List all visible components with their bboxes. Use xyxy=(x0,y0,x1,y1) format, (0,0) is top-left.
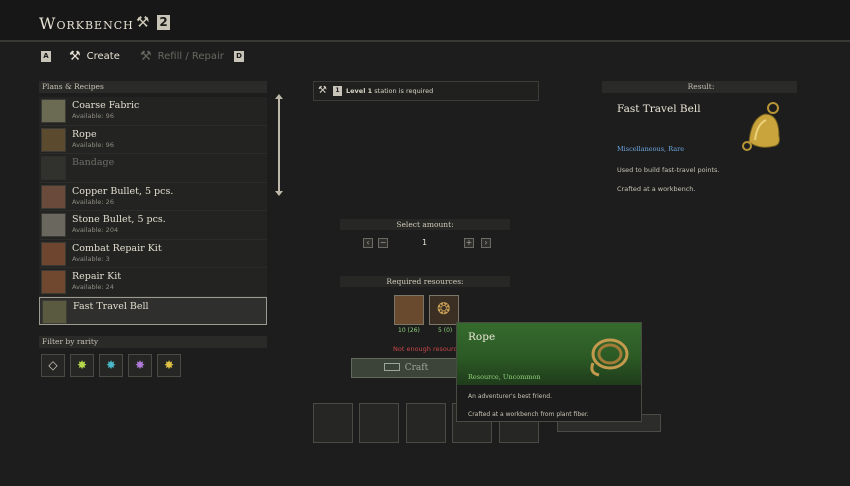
tooltip-rarity: Resource, Uncommon xyxy=(468,373,541,381)
requirement-level: Level 1 xyxy=(346,87,373,95)
warning-text: Not enough resource xyxy=(393,345,462,353)
recipe-name: Rope xyxy=(72,128,97,140)
result-description: Used to build fast-travel points. xyxy=(617,166,720,174)
tab-refill-label: Refill / Repair xyxy=(157,51,224,62)
craft-label: Craft xyxy=(404,363,429,373)
recipe-available: Available: 204 xyxy=(72,226,119,234)
result-label: Result: xyxy=(602,81,797,93)
tooltip-header: Rope Resource, Uncommon xyxy=(457,323,641,385)
recipe-combat-repair-kit[interactable]: Combat Repair Kit Available: 3 xyxy=(39,239,267,268)
resource-slot-coarse-fabric[interactable] xyxy=(394,295,424,325)
resource-slot-rope[interactable]: ❂ xyxy=(429,295,459,325)
prev-tab-key[interactable]: A xyxy=(41,51,51,62)
recipe-name: Bandage xyxy=(72,157,115,168)
recipe-available: Available: 24 xyxy=(72,283,114,291)
fast-travel-bell-icon xyxy=(42,299,67,324)
output-slot[interactable] xyxy=(359,403,399,443)
filter-label: Filter by rarity xyxy=(39,336,267,348)
tooltip-description: An adventurer's best friend. xyxy=(468,393,553,400)
bandage-icon xyxy=(41,156,66,180)
rope-icon xyxy=(41,127,66,152)
rarity-filter-legendary[interactable]: ✸ xyxy=(157,354,181,377)
rope-icon: ❂ xyxy=(437,299,451,318)
next-tab-key[interactable]: D xyxy=(234,51,244,62)
stone-bullet-icon xyxy=(41,213,66,237)
tooltip-item-name: Rope xyxy=(468,331,496,343)
amount-min-button[interactable]: ‹ xyxy=(363,238,373,248)
plans-label: Plans & Recipes xyxy=(39,81,267,93)
recipe-repair-kit[interactable]: Repair Kit Available: 24 xyxy=(39,268,267,297)
tab-create-label: Create xyxy=(86,51,120,62)
workbench-tools-icon: ⚒ xyxy=(136,13,150,31)
item-tooltip: Rope Resource, Uncommon An adventurer's … xyxy=(456,322,642,422)
recipe-coarse-fabric[interactable]: Coarse Fabric Available: 96 xyxy=(39,97,267,126)
tab-refill-repair[interactable]: ⚒ Refill / Repair xyxy=(140,49,224,64)
workbench-tools-icon: ⚒ xyxy=(318,85,327,96)
station-level-key: 1 xyxy=(333,86,342,96)
rarity-filter-rare[interactable]: ✸ xyxy=(99,354,123,377)
result-item-name: Fast Travel Bell xyxy=(617,103,701,115)
amount-label: Select amount: xyxy=(340,219,510,230)
diamond-icon: ◇ xyxy=(48,358,58,372)
amount-max-button[interactable]: › xyxy=(481,238,491,248)
copper-bullet-icon xyxy=(41,184,66,209)
recipe-name: Copper Bullet, 5 pcs. xyxy=(72,185,174,197)
repair-kit-icon xyxy=(41,270,66,294)
station-requirement: ⚒ 1 Level 1 station is required xyxy=(313,81,539,101)
recipe-rope[interactable]: Rope Available: 96 xyxy=(39,125,267,154)
rarity-filter-epic[interactable]: ✸ xyxy=(128,354,152,377)
recipe-bandage[interactable]: Bandage xyxy=(39,154,267,183)
amount-decrease-button[interactable]: − xyxy=(378,238,388,248)
recipe-name: Stone Bullet, 5 pcs. xyxy=(72,214,166,225)
gem-icon: ✸ xyxy=(163,358,175,372)
station-level-badge: 2 xyxy=(157,15,170,30)
resources-label: Required resources: xyxy=(340,276,510,287)
craft-button[interactable]: Craft xyxy=(351,358,461,378)
recipe-available: Available: 26 xyxy=(72,197,114,206)
requirement-text: station is required xyxy=(372,87,434,95)
gem-icon: ✸ xyxy=(105,358,117,372)
result-crafted-at: Crafted at a workbench. xyxy=(617,185,696,193)
tab-create[interactable]: ⚒ Create xyxy=(69,49,120,64)
amount-value: 1 xyxy=(422,238,428,247)
rope-icon xyxy=(585,329,635,379)
recipe-available: Available: 3 xyxy=(72,254,110,263)
recipe-name: Fast Travel Bell xyxy=(73,300,149,312)
combat-repair-kit-icon xyxy=(41,241,66,266)
bell-icon xyxy=(735,100,785,156)
top-bar: Workbench ⚒ 2 xyxy=(0,0,850,42)
page-title: Workbench xyxy=(39,14,134,33)
repair-hammer-icon: ⚒ xyxy=(140,49,152,64)
recipe-stone-bullet[interactable]: Stone Bullet, 5 pcs. Available: 204 xyxy=(39,211,267,240)
hammer-icon: ⚒ xyxy=(69,49,81,64)
gem-icon: ✸ xyxy=(76,358,88,372)
recipe-name: Coarse Fabric xyxy=(72,100,140,111)
resource-count: 5 (0) xyxy=(438,327,453,334)
list-scrollbar[interactable] xyxy=(275,94,283,196)
recipe-name: Repair Kit xyxy=(72,271,122,282)
result-rarity: Miscellaneous, Rare xyxy=(617,145,685,153)
gem-icon: ✸ xyxy=(134,358,146,372)
output-slot[interactable] xyxy=(406,403,446,443)
keyboard-key-icon xyxy=(383,363,400,371)
rarity-filter-uncommon[interactable]: ✸ xyxy=(70,354,94,377)
recipe-available: Available: 96 xyxy=(72,112,114,120)
amount-increase-button[interactable]: + xyxy=(464,238,474,248)
recipe-copper-bullet[interactable]: Copper Bullet, 5 pcs. Available: 26 xyxy=(39,182,267,211)
recipe-fast-travel-bell[interactable]: Fast Travel Bell xyxy=(39,296,267,325)
recipe-list: Coarse Fabric Available: 96 Rope Availab… xyxy=(39,97,267,325)
output-slot[interactable] xyxy=(313,403,353,443)
recipe-available: Available: 96 xyxy=(72,140,114,149)
tooltip-crafted-at: Crafted at a workbench from plant fiber. xyxy=(468,411,589,418)
recipe-name: Combat Repair Kit xyxy=(72,242,162,254)
rarity-filter-common[interactable]: ◇ xyxy=(41,354,65,377)
resource-count: 10 (26) xyxy=(398,327,420,334)
coarse-fabric-icon xyxy=(41,99,66,123)
